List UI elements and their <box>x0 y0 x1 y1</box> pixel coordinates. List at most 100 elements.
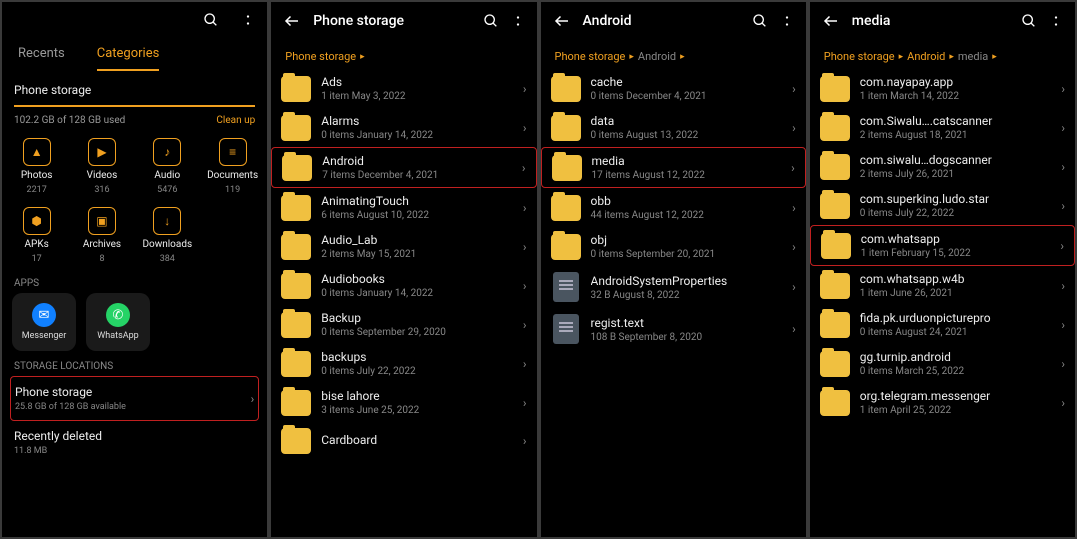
crumb[interactable]: Phone storage <box>285 50 356 63</box>
file-name: Android <box>322 154 512 168</box>
crumb[interactable]: Phone storage <box>555 50 626 63</box>
tabs: Recents Categories <box>2 38 267 71</box>
category-name: Videos <box>87 170 118 181</box>
phone-storage-item[interactable]: Phone storage 25.8 GB of 128 GB availabl… <box>10 376 259 421</box>
file-row[interactable]: com.superking.ludo.star 0 items July 22,… <box>810 186 1075 225</box>
file-row[interactable]: Ads 1 item May 3, 2022 › <box>271 69 536 108</box>
chevron-right-icon: ▸ <box>992 52 997 62</box>
file-name: obb <box>591 194 783 208</box>
page-title: media <box>852 13 1009 29</box>
folder-icon <box>820 76 850 102</box>
file-row[interactable]: AnimatingTouch 6 items August 10, 2022 › <box>271 188 536 227</box>
search-icon[interactable] <box>752 13 768 29</box>
category-photos[interactable]: ▲ Photos 2217 <box>4 138 69 195</box>
file-row[interactable]: com.Siwalu….catscanner 2 items August 18… <box>810 108 1075 147</box>
phone-storage-title: Phone storage <box>15 385 251 399</box>
app-messenger[interactable]: ✉ Messenger <box>12 293 76 351</box>
file-row[interactable]: Backup 0 items September 29, 2020 › <box>271 305 536 344</box>
recently-deleted-title: Recently deleted <box>14 429 255 443</box>
file-row[interactable]: Cardboard › <box>271 422 536 460</box>
file-row[interactable]: com.nayapay.app 1 item March 14, 2022 › <box>810 69 1075 108</box>
file-meta: 0 items August 13, 2022 <box>591 130 783 141</box>
file-row[interactable]: obj 0 items September 20, 2021 › <box>541 227 806 266</box>
file-row[interactable]: media 17 items August 12, 2022 › <box>541 147 806 188</box>
crumb[interactable]: Phone storage <box>824 50 895 63</box>
search-icon[interactable] <box>203 12 219 28</box>
back-icon[interactable] <box>283 12 301 30</box>
file-row[interactable]: obb 44 items August 12, 2022 › <box>541 188 806 227</box>
tab-recents[interactable]: Recents <box>18 46 65 71</box>
category-downloads[interactable]: ↓ Downloads 384 <box>135 207 200 264</box>
crumb[interactable]: media <box>958 50 988 63</box>
file-row[interactable]: Audio_Lab 2 items May 15, 2021 › <box>271 227 536 266</box>
breadcrumb[interactable]: Phone storage▸ <box>271 40 536 69</box>
audio-icon: ♪ <box>153 138 181 166</box>
chevron-right-icon: › <box>1061 199 1065 213</box>
messenger-icon: ✉ <box>32 303 56 327</box>
apks-icon: ⬢ <box>23 207 51 235</box>
topbar <box>2 2 267 38</box>
category-count: 2217 <box>27 185 47 195</box>
category-name: APKs <box>25 239 49 250</box>
file-row[interactable]: backups 0 items July 22, 2022 › <box>271 344 536 383</box>
tab-categories[interactable]: Categories <box>97 46 160 71</box>
category-audio[interactable]: ♪ Audio 5476 <box>135 138 200 195</box>
category-count: 119 <box>225 185 240 195</box>
file-row[interactable]: bise lahore 3 items June 25, 2022 › <box>271 383 536 422</box>
back-icon[interactable] <box>822 12 840 30</box>
crumb[interactable]: Android <box>638 50 676 63</box>
file-name: AnimatingTouch <box>321 194 513 208</box>
file-row[interactable]: com.whatsapp.w4b 1 item June 26, 2021 › <box>810 266 1075 305</box>
file-row[interactable]: AndroidSystemProperties 32 B August 8, 2… <box>541 266 806 308</box>
file-row[interactable]: regist.text 108 B September 8, 2020 › <box>541 308 806 350</box>
file-meta: 108 B September 8, 2020 <box>591 332 783 343</box>
search-icon[interactable] <box>1021 13 1037 29</box>
category-count: 384 <box>160 254 175 264</box>
folder-icon <box>281 390 311 416</box>
file-row[interactable]: com.siwalu…dogscanner 2 items July 26, 2… <box>810 147 1075 186</box>
file-row[interactable]: Alarms 0 items January 14, 2022 › <box>271 108 536 147</box>
more-icon[interactable] <box>1049 14 1063 28</box>
file-name: regist.text <box>591 316 783 330</box>
file-name: Ads <box>321 75 513 89</box>
breadcrumb[interactable]: Phone storage▸Android▸ <box>541 40 806 69</box>
category-documents[interactable]: ≡ Documents 119 <box>200 138 265 195</box>
file-row[interactable]: Android 7 items December 4, 2021 › <box>271 147 536 188</box>
folder-icon <box>281 115 311 141</box>
back-icon[interactable] <box>553 12 571 30</box>
category-name: Documents <box>207 170 258 181</box>
more-icon[interactable] <box>780 14 794 28</box>
more-icon[interactable] <box>511 14 525 28</box>
file-row[interactable]: gg.turnip.android 0 items March 25, 2022… <box>810 344 1075 383</box>
file-name: Alarms <box>321 114 513 128</box>
apps-label: APPS <box>2 268 267 293</box>
file-meta: 44 items August 12, 2022 <box>591 210 783 221</box>
folder-icon <box>551 234 581 260</box>
breadcrumb[interactable]: Phone storage▸Android▸media▸ <box>810 40 1075 69</box>
recently-deleted-item[interactable]: Recently deleted 11.8 MB <box>10 421 259 464</box>
file-meta: 1 item June 26, 2021 <box>860 288 1052 299</box>
file-name: Audiobooks <box>321 272 513 286</box>
crumb[interactable]: Android <box>907 50 945 63</box>
folder-icon <box>821 233 851 259</box>
app-whatsapp[interactable]: ✆ WhatsApp <box>86 293 150 351</box>
file-row[interactable]: fida.pk.urduonpicturepro 0 items August … <box>810 305 1075 344</box>
folder-icon <box>820 154 850 180</box>
file-row[interactable]: org.telegram.messenger 1 item April 25, … <box>810 383 1075 422</box>
search-icon[interactable] <box>483 13 499 29</box>
more-icon[interactable] <box>241 13 255 27</box>
category-archives[interactable]: ▣ Archives 8 <box>69 207 134 264</box>
cleanup-button[interactable]: Clean up <box>216 115 255 126</box>
file-row[interactable]: data 0 items August 13, 2022 › <box>541 108 806 147</box>
category-videos[interactable]: ▶ Videos 316 <box>69 138 134 195</box>
file-list: Ads 1 item May 3, 2022 › Alarms 0 items … <box>271 69 536 537</box>
file-meta: 17 items August 12, 2022 <box>592 170 782 181</box>
chevron-right-icon: › <box>791 161 795 175</box>
file-row[interactable]: Audiobooks 0 items January 14, 2022 › <box>271 266 536 305</box>
file-row[interactable]: cache 0 items December 4, 2021 › <box>541 69 806 108</box>
file-row[interactable]: com.whatsapp 1 item February 15, 2022 › <box>810 225 1075 266</box>
category-apks[interactable]: ⬢ APKs 17 <box>4 207 69 264</box>
file-name: cache <box>591 75 783 89</box>
file-meta: 6 items August 10, 2022 <box>321 210 513 221</box>
app-name: Messenger <box>22 331 67 341</box>
